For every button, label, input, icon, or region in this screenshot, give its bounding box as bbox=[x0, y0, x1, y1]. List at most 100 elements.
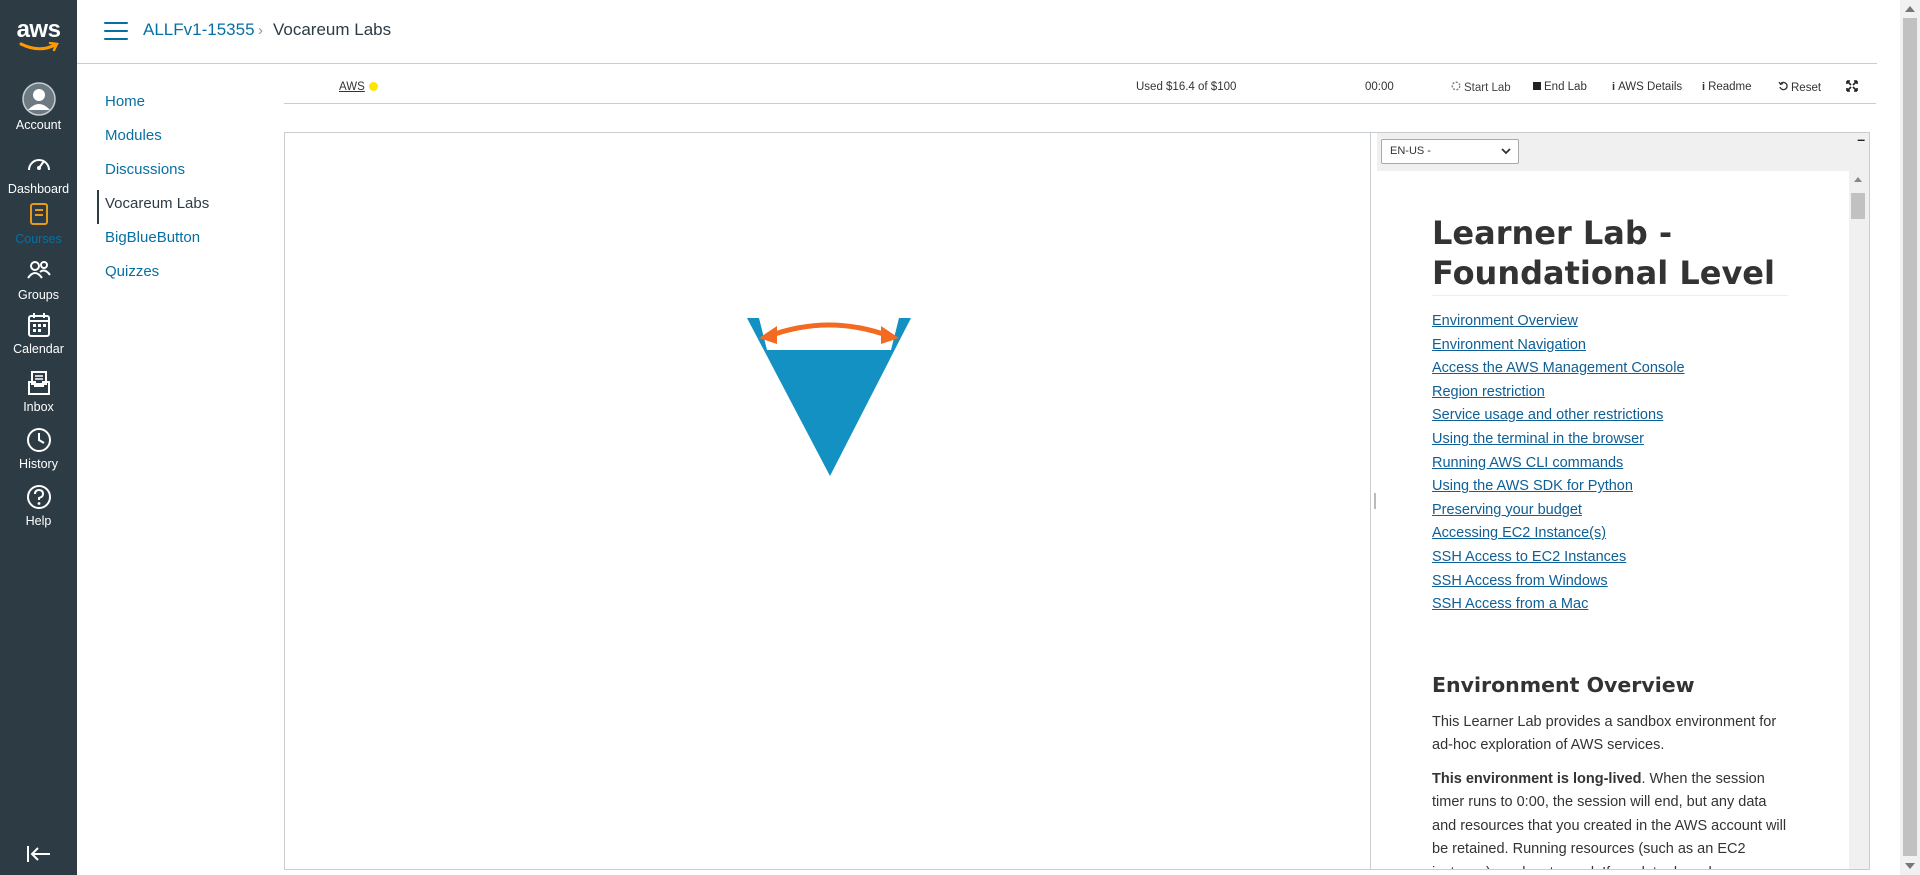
course-nav: Home Modules Discussions Vocareum Labs B… bbox=[97, 88, 237, 292]
page-scrollbar[interactable] bbox=[1900, 0, 1920, 875]
collapse-arrow-icon bbox=[27, 846, 50, 862]
course-menu-toggle[interactable] bbox=[104, 22, 128, 42]
global-nav-account[interactable]: Account bbox=[0, 82, 77, 138]
toc-link[interactable]: Environment Overview bbox=[1432, 310, 1849, 334]
toc-link[interactable]: Using the terminal in the browser bbox=[1432, 428, 1849, 452]
course-nav-quizzes[interactable]: Quizzes bbox=[97, 258, 237, 292]
lab-toolbar: AWS Used $16.4 of $100 00:00 Start Lab E… bbox=[284, 76, 1876, 104]
global-nav-label: History bbox=[19, 457, 58, 471]
readme-paragraph: This Learner Lab provides a sandbox envi… bbox=[1432, 713, 1777, 754]
stop-icon bbox=[1533, 82, 1541, 90]
breadcrumb-current: Vocareum Labs bbox=[273, 20, 392, 39]
readme-bold-text: This environment is long-lived bbox=[1432, 770, 1642, 787]
global-nav-label: Dashboard bbox=[7, 182, 70, 196]
aws-logo-text: aws bbox=[16, 16, 61, 43]
readme-panel: EN-US - – Learner Lab - Foundational Lev… bbox=[1377, 131, 1869, 869]
inbox-icon bbox=[0, 370, 77, 400]
readme-content: Learner Lab - Foundational Level Environ… bbox=[1377, 171, 1849, 869]
aws-logo[interactable]: aws bbox=[0, 18, 77, 58]
course-nav-vocareum-labs[interactable]: Vocareum Labs bbox=[97, 190, 237, 224]
collapse-nav-button[interactable] bbox=[26, 844, 52, 864]
info-icon: i bbox=[1612, 81, 1616, 93]
course-nav-modules[interactable]: Modules bbox=[97, 122, 237, 156]
calendar-icon bbox=[0, 312, 77, 342]
toc-link[interactable]: Region restriction bbox=[1432, 381, 1849, 405]
global-nav: aws Account Dashboard Courses Groups Cal… bbox=[0, 0, 77, 875]
toc-link[interactable]: Running AWS CLI commands bbox=[1432, 452, 1849, 476]
page-header: ALLFv1-15355 › Vocareum Labs bbox=[77, 0, 1877, 64]
aws-status-dot-icon bbox=[368, 82, 378, 91]
toc-link[interactable]: Preserving your budget bbox=[1432, 499, 1849, 523]
spinner-icon bbox=[1451, 81, 1461, 94]
help-icon bbox=[0, 484, 77, 514]
toc-link[interactable]: Service usage and other restrictions bbox=[1432, 404, 1849, 428]
aws-status-link[interactable]: AWS bbox=[339, 81, 378, 93]
breadcrumb-course-link[interactable]: ALLFv1-15355 bbox=[143, 20, 255, 40]
global-nav-dashboard[interactable]: Dashboard bbox=[0, 152, 77, 206]
global-nav-label: Help bbox=[25, 514, 52, 528]
resize-handle[interactable] bbox=[1374, 493, 1376, 509]
fullscreen-button[interactable] bbox=[1846, 80, 1858, 95]
aws-status-label: AWS bbox=[339, 81, 365, 93]
global-nav-groups[interactable]: Groups bbox=[0, 258, 77, 312]
dashboard-icon bbox=[0, 152, 77, 182]
readme-title: Learner Lab - Foundational Level bbox=[1432, 213, 1788, 296]
budget-usage: Used $16.4 of $100 bbox=[1136, 81, 1237, 93]
aws-details-label: AWS Details bbox=[1618, 81, 1683, 93]
hamburger-icon-bar bbox=[104, 38, 128, 40]
reset-button[interactable]: Reset bbox=[1778, 81, 1821, 94]
reset-label: Reset bbox=[1791, 82, 1822, 94]
hamburger-icon-bar bbox=[104, 22, 128, 24]
session-timer: 00:00 bbox=[1365, 81, 1394, 93]
course-nav-bigbluebutton[interactable]: BigBlueButton bbox=[97, 224, 237, 258]
scroll-down-arrow-icon[interactable] bbox=[1905, 863, 1915, 869]
chevron-down-icon bbox=[1500, 145, 1512, 160]
toc-link[interactable]: Environment Navigation bbox=[1432, 334, 1849, 358]
minimize-readme-button[interactable]: – bbox=[1857, 131, 1865, 147]
account-icon bbox=[0, 82, 77, 118]
toc-link[interactable]: Accessing EC2 Instance(s) bbox=[1432, 522, 1849, 546]
page-scrollbar-thumb[interactable] bbox=[1903, 18, 1917, 856]
table-of-contents: Environment Overview Environment Navigat… bbox=[1432, 310, 1849, 617]
end-lab-button[interactable]: End Lab bbox=[1533, 81, 1587, 93]
lab-panel: EN-US - – Learner Lab - Foundational Lev… bbox=[284, 131, 1870, 870]
section-heading: Environment Overview bbox=[1432, 672, 1695, 697]
readme-paragraph: This environment is long-lived. When the… bbox=[1432, 768, 1792, 869]
global-nav-label: Account bbox=[15, 118, 62, 132]
vocareum-logo bbox=[747, 318, 911, 476]
global-nav-calendar[interactable]: Calendar bbox=[0, 312, 77, 366]
readme-scrollbar[interactable] bbox=[1849, 171, 1867, 869]
course-nav-home[interactable]: Home bbox=[97, 88, 237, 122]
scroll-up-arrow-icon[interactable] bbox=[1905, 6, 1915, 12]
toc-link[interactable]: SSH Access from a Mac bbox=[1432, 593, 1849, 617]
course-nav-discussions[interactable]: Discussions bbox=[97, 156, 237, 190]
breadcrumb-separator: › bbox=[258, 22, 263, 39]
readme-button[interactable]: i Readme bbox=[1702, 81, 1752, 93]
start-lab-label: Start Lab bbox=[1464, 82, 1511, 94]
toc-link[interactable]: Access the AWS Management Console bbox=[1432, 357, 1849, 381]
global-nav-help[interactable]: Help bbox=[0, 484, 77, 538]
toc-link[interactable]: SSH Access to EC2 Instances bbox=[1432, 546, 1849, 570]
start-lab-button[interactable]: Start Lab bbox=[1451, 81, 1511, 94]
global-nav-history[interactable]: History bbox=[0, 427, 77, 481]
courses-icon bbox=[0, 202, 77, 232]
scrollbar-thumb[interactable] bbox=[1851, 193, 1865, 219]
hamburger-icon-bar bbox=[104, 30, 128, 32]
global-nav-inbox[interactable]: Inbox bbox=[0, 370, 77, 424]
toc-link[interactable]: Using the AWS SDK for Python bbox=[1432, 475, 1849, 499]
readme-label: Readme bbox=[1708, 81, 1752, 93]
aws-details-button[interactable]: i AWS Details bbox=[1612, 81, 1682, 93]
language-select-value: EN-US - bbox=[1390, 145, 1431, 157]
info-icon: i bbox=[1702, 81, 1706, 93]
expand-icon bbox=[1846, 80, 1858, 92]
toc-link[interactable]: SSH Access from Windows bbox=[1432, 570, 1849, 594]
global-nav-label: Courses bbox=[15, 232, 62, 246]
groups-icon bbox=[0, 258, 77, 288]
history-icon bbox=[0, 427, 77, 457]
global-nav-courses[interactable]: Courses bbox=[0, 202, 77, 252]
panel-divider bbox=[1370, 133, 1371, 869]
reset-icon bbox=[1778, 81, 1788, 94]
scroll-up-arrow-icon[interactable] bbox=[1854, 177, 1862, 182]
language-select[interactable]: EN-US - bbox=[1381, 139, 1519, 164]
lab-workspace[interactable] bbox=[285, 133, 1370, 869]
